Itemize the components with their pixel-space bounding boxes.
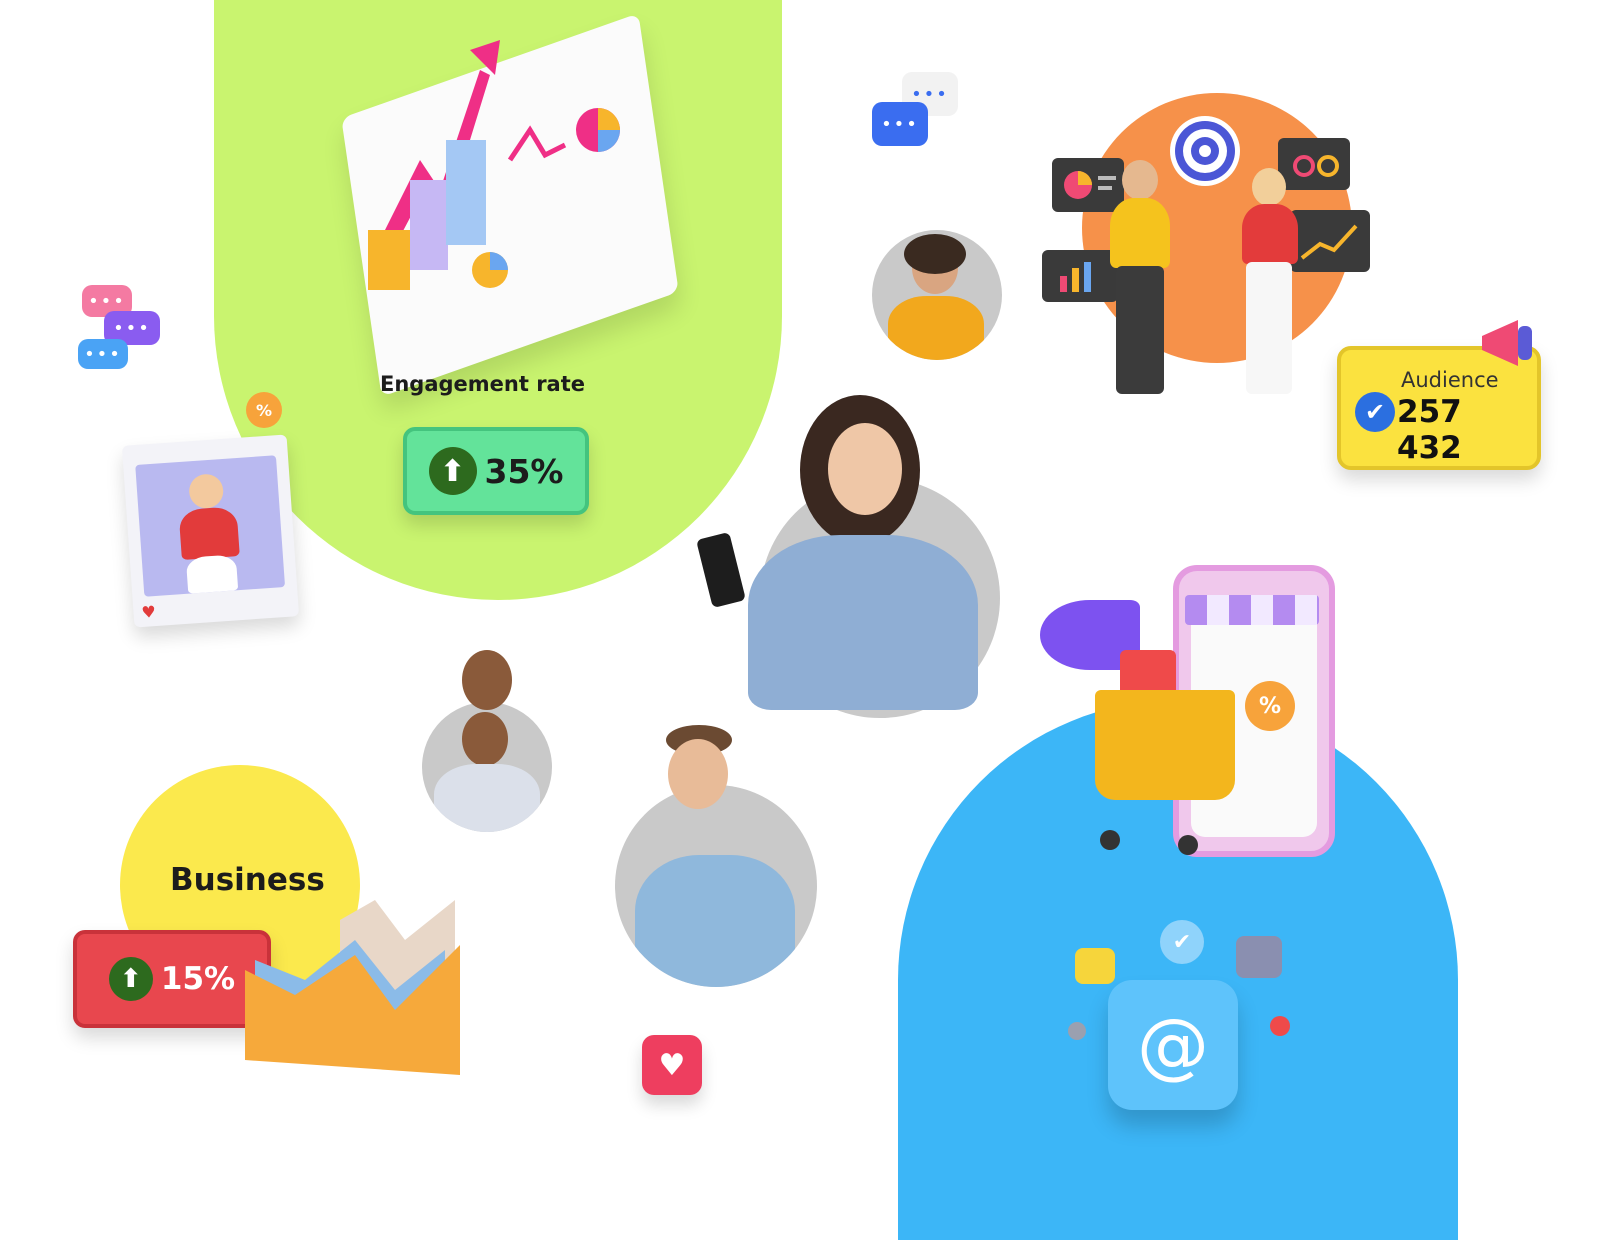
audience-label: Audience — [1401, 368, 1499, 392]
shop-awning — [1185, 595, 1319, 625]
user-dot-icon-red — [1270, 1016, 1290, 1036]
social-post-photo — [135, 455, 286, 597]
user-bubble-icon-yellow — [1075, 948, 1115, 984]
bar-chart-panel — [1042, 250, 1118, 302]
engagement-rate-value: 35% — [484, 451, 564, 491]
growth-chart-icon — [368, 40, 620, 290]
man-crossed-arms-head — [462, 650, 512, 712]
email-at-icon: @ — [1108, 980, 1238, 1110]
discount-badge-icon-shop: % — [1245, 681, 1295, 731]
line-chart-panel — [1290, 210, 1370, 272]
message-bubbles-icon: ••• ••• — [872, 72, 968, 162]
area-chart-illustration — [245, 900, 460, 1075]
cart-wheel-right — [1178, 835, 1198, 855]
man-pointing-head — [660, 725, 740, 815]
avatar-woman-yellow — [872, 230, 1002, 360]
chat-bubble-blue-dark: ••• — [872, 102, 928, 146]
marketing-team-illustration — [1042, 110, 1382, 420]
discount-badge-icon: % — [246, 392, 282, 428]
cart-wheel-left — [1100, 830, 1120, 850]
report-illustration — [330, 13, 679, 397]
target-icon — [1170, 116, 1240, 186]
verified-badge-icon: ✔ — [1355, 392, 1395, 432]
avatar-man-crossed-arms — [422, 702, 552, 832]
chat-bubbles-icon: ••• ••• ••• — [70, 285, 170, 375]
engagement-rate-label: Engagement rate — [380, 372, 586, 396]
business-label: Business — [170, 862, 325, 898]
avatar-man-pointing — [615, 785, 817, 987]
pie-chart-panel — [1052, 158, 1124, 212]
user-bubble-icon-grey — [1236, 936, 1282, 978]
engagement-rate-badge: ⬆ 35% — [403, 427, 589, 515]
phone-in-hand — [696, 531, 746, 609]
heart-notification-icon: ♥ — [642, 1035, 702, 1095]
shopping-cart-icon — [1095, 690, 1235, 800]
social-post-card: ♥ — [121, 434, 300, 628]
verified-badge-icon-blue: ✔ — [1160, 920, 1204, 964]
donut-chart-panel — [1278, 138, 1350, 190]
woman-with-phone-photo — [696, 395, 1000, 710]
like-heart-icon: ♥ — [140, 602, 157, 622]
arrow-up-icon: ⬆ — [428, 447, 477, 495]
user-dot-icon-grey — [1068, 1022, 1086, 1040]
business-growth-value: 15% — [160, 961, 236, 997]
audience-count: 257 432 — [1397, 394, 1462, 466]
megaphone-icon-small — [1478, 318, 1542, 368]
arrow-up-icon-small: ⬆ — [108, 957, 153, 1001]
business-growth-badge: ⬆ 15% — [73, 930, 271, 1028]
chat-bubble-blue: ••• — [78, 339, 128, 369]
